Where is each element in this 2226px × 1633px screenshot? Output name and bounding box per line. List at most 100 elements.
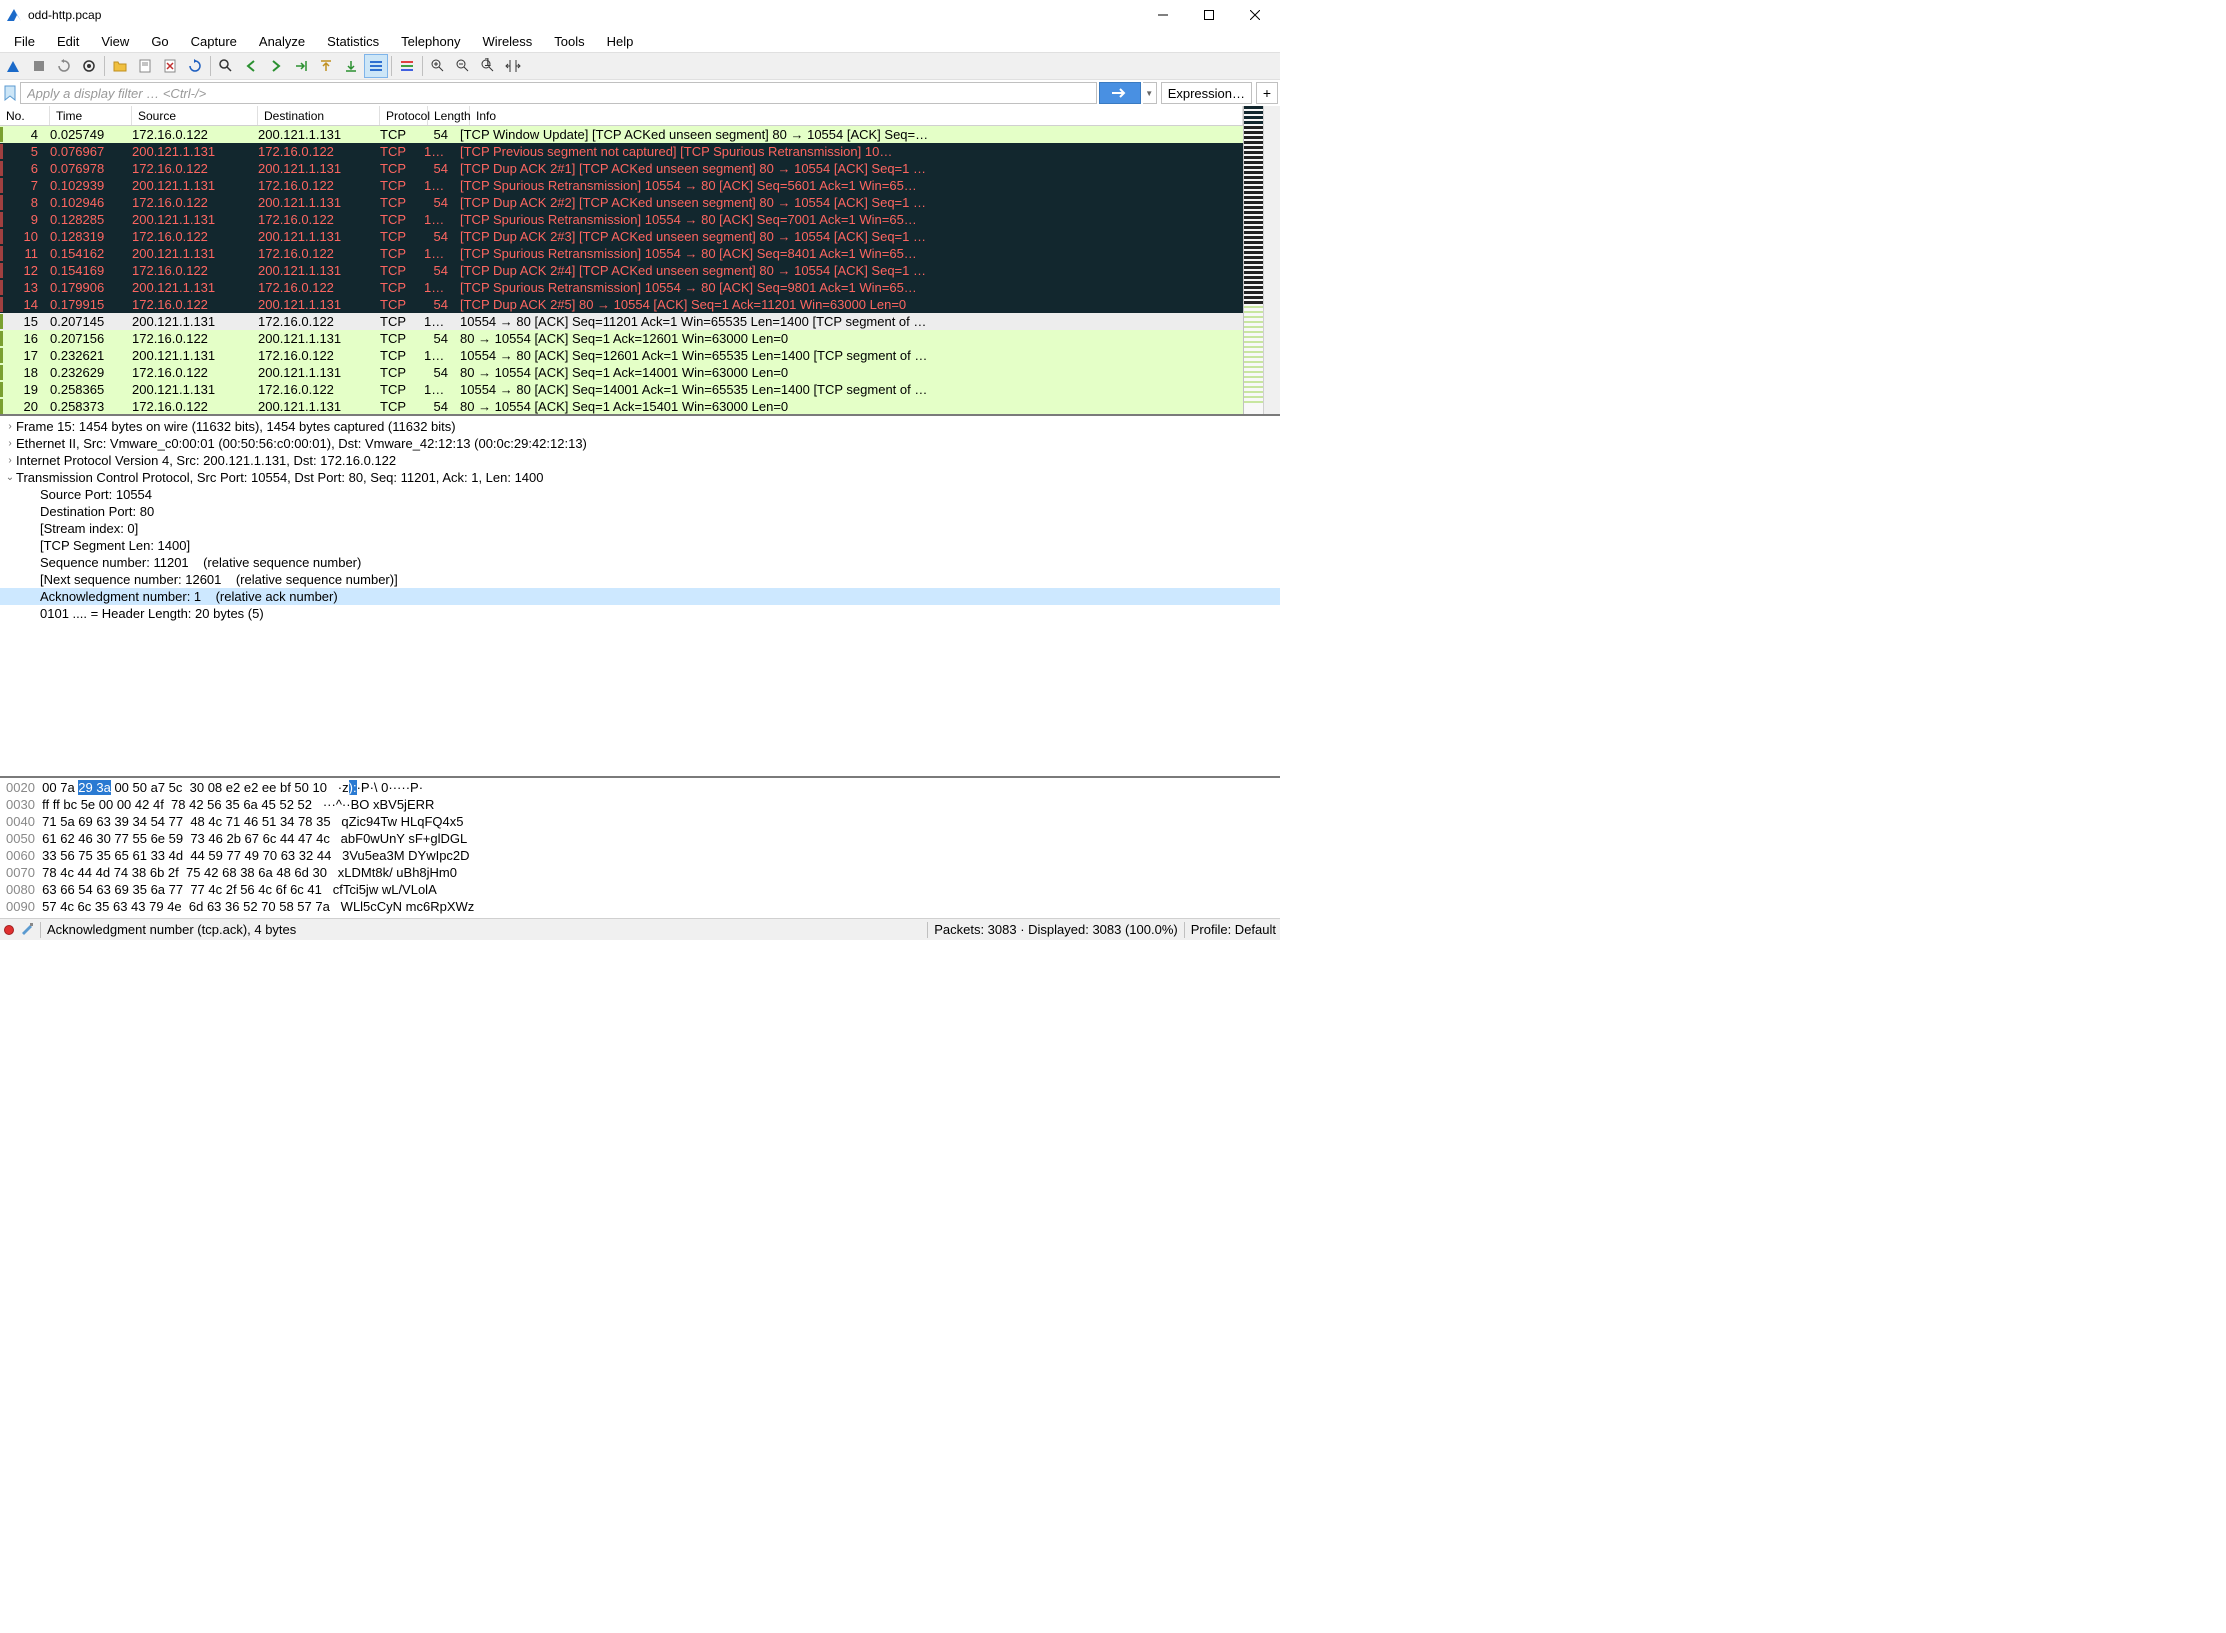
detail-row[interactable]: [Next sequence number: 12601 (relative s… bbox=[0, 571, 1280, 588]
packet-list-scrollbar[interactable] bbox=[1263, 106, 1280, 414]
display-filter-input[interactable] bbox=[20, 82, 1097, 104]
packet-row[interactable]: 160.207156172.16.0.122200.121.1.131TCP54… bbox=[0, 330, 1243, 347]
bookmark-icon[interactable] bbox=[2, 85, 18, 101]
colorize-icon[interactable] bbox=[395, 54, 419, 78]
expression-button[interactable]: Expression… bbox=[1161, 82, 1252, 104]
save-file-icon[interactable] bbox=[133, 54, 157, 78]
detail-row[interactable]: ⌄Transmission Control Protocol, Src Port… bbox=[0, 469, 1280, 486]
apply-filter-button[interactable] bbox=[1099, 82, 1141, 104]
goto-packet-icon[interactable] bbox=[289, 54, 313, 78]
hex-row[interactable]: 0070 78 4c 44 4d 74 38 6b 2f 75 42 68 38… bbox=[6, 865, 1274, 882]
packet-row[interactable]: 120.154169172.16.0.122200.121.1.131TCP54… bbox=[0, 262, 1243, 279]
detail-row[interactable]: Acknowledgment number: 1 (relative ack n… bbox=[0, 588, 1280, 605]
detail-row[interactable]: [TCP Segment Len: 1400] bbox=[0, 537, 1280, 554]
detail-row[interactable]: Sequence number: 11201 (relative sequenc… bbox=[0, 554, 1280, 571]
detail-row[interactable]: ›Ethernet II, Src: Vmware_c0:00:01 (00:5… bbox=[0, 435, 1280, 452]
title-bar: odd-http.pcap bbox=[0, 0, 1280, 30]
menu-help[interactable]: Help bbox=[597, 32, 644, 51]
toolbar-separator bbox=[422, 56, 423, 76]
packet-row[interactable]: 100.128319172.16.0.122200.121.1.131TCP54… bbox=[0, 228, 1243, 245]
packet-list-pane: No. Time Source Destination Protocol Len… bbox=[0, 106, 1280, 416]
toolbar-separator bbox=[104, 56, 105, 76]
detail-row[interactable]: ›Internet Protocol Version 4, Src: 200.1… bbox=[0, 452, 1280, 469]
autoscroll-icon[interactable] bbox=[364, 54, 388, 78]
detail-row[interactable]: 0101 .... = Header Length: 20 bytes (5) bbox=[0, 605, 1280, 622]
packet-minimap[interactable] bbox=[1243, 106, 1263, 414]
hex-row[interactable]: 0030 ff ff bc 5e 00 00 42 4f 78 42 56 35… bbox=[6, 797, 1274, 814]
menu-statistics[interactable]: Statistics bbox=[317, 32, 389, 51]
stop-capture-icon[interactable] bbox=[27, 54, 51, 78]
maximize-button[interactable] bbox=[1186, 0, 1232, 30]
hex-row[interactable]: 0090 57 4c 6c 35 63 43 79 4e 6d 63 36 52… bbox=[6, 899, 1274, 916]
menu-capture[interactable]: Capture bbox=[181, 32, 247, 51]
hex-row[interactable]: 0060 33 56 75 35 65 61 33 4d 44 59 77 49… bbox=[6, 848, 1274, 865]
zoom-reset-icon[interactable]: 1 bbox=[476, 54, 500, 78]
packet-row[interactable]: 90.128285200.121.1.131172.16.0.122TCP145… bbox=[0, 211, 1243, 228]
packet-row[interactable]: 170.232621200.121.1.131172.16.0.122TCP14… bbox=[0, 347, 1243, 364]
packet-row[interactable]: 140.179915172.16.0.122200.121.1.131TCP54… bbox=[0, 296, 1243, 313]
menu-analyze[interactable]: Analyze bbox=[249, 32, 315, 51]
hex-row[interactable]: 0080 63 66 54 63 69 35 6a 77 77 4c 2f 56… bbox=[6, 882, 1274, 899]
column-no[interactable]: No. bbox=[0, 106, 50, 125]
resize-columns-icon[interactable] bbox=[501, 54, 525, 78]
packet-details-pane[interactable]: ›Frame 15: 1454 bytes on wire (11632 bit… bbox=[0, 416, 1280, 778]
hex-row[interactable]: 0040 71 5a 69 63 39 34 54 77 48 4c 71 46… bbox=[6, 814, 1274, 831]
start-capture-icon[interactable] bbox=[2, 54, 26, 78]
column-time[interactable]: Time bbox=[50, 106, 132, 125]
detail-row[interactable]: Source Port: 10554 bbox=[0, 486, 1280, 503]
column-info[interactable]: Info bbox=[470, 106, 1243, 125]
status-profile[interactable]: Profile: Default bbox=[1191, 922, 1276, 937]
minimize-button[interactable] bbox=[1140, 0, 1186, 30]
hex-row[interactable]: 0020 00 7a 29 3a 00 50 a7 5c 30 08 e2 e2… bbox=[6, 780, 1274, 797]
packet-row[interactable]: 60.076978172.16.0.122200.121.1.131TCP54[… bbox=[0, 160, 1243, 177]
detail-row[interactable]: ›Frame 15: 1454 bytes on wire (11632 bit… bbox=[0, 418, 1280, 435]
zoom-in-icon[interactable] bbox=[426, 54, 450, 78]
hex-row[interactable]: 0050 61 62 46 30 77 55 6e 59 73 46 2b 67… bbox=[6, 831, 1274, 848]
column-protocol[interactable]: Protocol bbox=[380, 106, 428, 125]
packet-row[interactable]: 80.102946172.16.0.122200.121.1.131TCP54[… bbox=[0, 194, 1243, 211]
detail-row[interactable]: Destination Port: 80 bbox=[0, 503, 1280, 520]
menu-view[interactable]: View bbox=[91, 32, 139, 51]
packet-row[interactable]: 110.154162200.121.1.131172.16.0.122TCP14… bbox=[0, 245, 1243, 262]
toolbar-separator bbox=[391, 56, 392, 76]
add-filter-button[interactable]: + bbox=[1256, 82, 1278, 104]
close-button[interactable] bbox=[1232, 0, 1278, 30]
filter-history-dropdown[interactable]: ▼ bbox=[1143, 82, 1157, 104]
find-packet-icon[interactable] bbox=[214, 54, 238, 78]
edit-preferences-icon[interactable] bbox=[20, 921, 34, 938]
status-packet-count: Packets: 3083 · Displayed: 3083 (100.0%) bbox=[934, 922, 1178, 937]
goto-last-icon[interactable] bbox=[339, 54, 363, 78]
status-field-info: Acknowledgment number (tcp.ack), 4 bytes bbox=[47, 922, 296, 937]
restart-capture-icon[interactable] bbox=[52, 54, 76, 78]
packet-row[interactable]: 200.258373172.16.0.122200.121.1.131TCP54… bbox=[0, 398, 1243, 414]
column-length[interactable]: Length bbox=[428, 106, 470, 125]
menu-file[interactable]: File bbox=[4, 32, 45, 51]
zoom-out-icon[interactable] bbox=[451, 54, 475, 78]
goto-first-icon[interactable] bbox=[314, 54, 338, 78]
packet-row[interactable]: 180.232629172.16.0.122200.121.1.131TCP54… bbox=[0, 364, 1243, 381]
packet-row[interactable]: 150.207145200.121.1.131172.16.0.122TCP14… bbox=[0, 313, 1243, 330]
svg-text:1: 1 bbox=[484, 58, 491, 69]
column-destination[interactable]: Destination bbox=[258, 106, 380, 125]
packet-bytes-pane[interactable]: 0020 00 7a 29 3a 00 50 a7 5c 30 08 e2 e2… bbox=[0, 778, 1280, 918]
packet-row[interactable]: 130.179906200.121.1.131172.16.0.122TCP14… bbox=[0, 279, 1243, 296]
menu-wireless[interactable]: Wireless bbox=[472, 32, 542, 51]
packet-row[interactable]: 70.102939200.121.1.131172.16.0.122TCP145… bbox=[0, 177, 1243, 194]
go-back-icon[interactable] bbox=[239, 54, 263, 78]
expert-info-icon[interactable] bbox=[4, 925, 14, 935]
packet-list-rows: 40.025749172.16.0.122200.121.1.131TCP54[… bbox=[0, 126, 1243, 414]
go-forward-icon[interactable] bbox=[264, 54, 288, 78]
menu-go[interactable]: Go bbox=[141, 32, 178, 51]
detail-row[interactable]: [Stream index: 0] bbox=[0, 520, 1280, 537]
reload-file-icon[interactable] bbox=[183, 54, 207, 78]
packet-row[interactable]: 40.025749172.16.0.122200.121.1.131TCP54[… bbox=[0, 126, 1243, 143]
open-file-icon[interactable] bbox=[108, 54, 132, 78]
menu-tools[interactable]: Tools bbox=[544, 32, 594, 51]
column-source[interactable]: Source bbox=[132, 106, 258, 125]
close-file-icon[interactable] bbox=[158, 54, 182, 78]
packet-row[interactable]: 50.076967200.121.1.131172.16.0.122TCP145… bbox=[0, 143, 1243, 160]
capture-options-icon[interactable] bbox=[77, 54, 101, 78]
menu-telephony[interactable]: Telephony bbox=[391, 32, 470, 51]
menu-edit[interactable]: Edit bbox=[47, 32, 89, 51]
packet-row[interactable]: 190.258365200.121.1.131172.16.0.122TCP14… bbox=[0, 381, 1243, 398]
